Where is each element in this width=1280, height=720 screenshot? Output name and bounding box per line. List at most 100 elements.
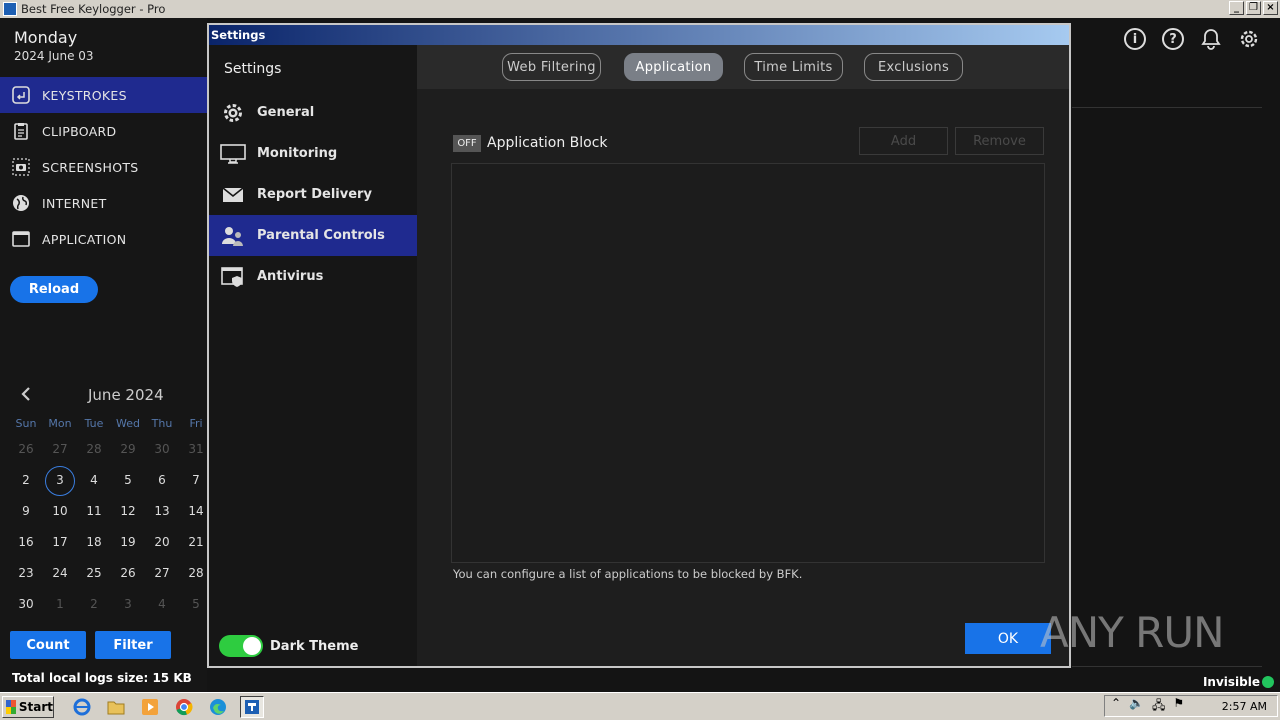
tab-application[interactable]: Application [624, 53, 723, 81]
network-icon[interactable]: 🖧 [1152, 696, 1165, 717]
sidebar-item-screenshots[interactable]: SCREENSHOTS [0, 149, 207, 185]
windows-logo-icon [6, 699, 16, 714]
calendar-day[interactable]: 4 [145, 597, 179, 611]
settings-item-label: Monitoring [257, 146, 338, 161]
sidebar-nav: KEYSTROKES CLIPBOARD SCREENSHOTS INTERNE… [0, 77, 207, 257]
weekday-label: Tue [84, 417, 104, 430]
calendar-week: 23 24 25 26 27 28 [9, 557, 213, 588]
chevron-up-icon[interactable]: ⌃ [1111, 696, 1121, 717]
count-button[interactable]: Count [10, 631, 86, 659]
calendar-day[interactable]: 27 [145, 566, 179, 580]
add-button[interactable]: Add [859, 127, 948, 155]
keylogger-taskbar-icon[interactable] [240, 695, 264, 718]
system-tray: ⌃ 🔈 🖧 ⚑ 2:57 AM [1104, 695, 1278, 717]
calendar-day[interactable]: 30 [145, 442, 179, 456]
dark-theme-setting: Dark Theme [219, 635, 358, 657]
calendar-day[interactable]: 30 [9, 597, 43, 611]
weekday-label: Mon [48, 417, 72, 430]
calendar-day[interactable]: 13 [145, 504, 179, 518]
camera-icon [12, 158, 30, 176]
calendar-day[interactable]: 27 [43, 442, 77, 456]
tab-time-limits[interactable]: Time Limits [744, 53, 843, 81]
calendar-day[interactable]: 11 [77, 504, 111, 518]
info-icon[interactable]: i [1124, 28, 1146, 50]
sidebar-item-label: SCREENSHOTS [42, 159, 139, 175]
sidebar-item-keystrokes[interactable]: KEYSTROKES [0, 77, 207, 113]
settings-item-monitoring[interactable]: Monitoring [209, 133, 417, 174]
sidebar-item-application[interactable]: APPLICATION [0, 221, 207, 257]
window-controls: _ ❐ × [1229, 1, 1278, 15]
calendar-day[interactable]: 6 [145, 473, 179, 487]
settings-tabbar: Web Filtering Application Time Limits Ex… [417, 45, 1069, 89]
sidebar-item-label: KEYSTROKES [42, 87, 127, 103]
flag-icon[interactable]: ⚑ [1173, 696, 1184, 717]
calendar-day-today[interactable]: 3 [43, 465, 77, 496]
dark-theme-toggle[interactable] [219, 635, 263, 657]
calendar-day[interactable]: 2 [9, 473, 43, 487]
chrome-icon[interactable] [172, 696, 196, 718]
calendar-day[interactable]: 1 [43, 597, 77, 611]
ie-icon[interactable] [70, 696, 94, 718]
calendar-day[interactable]: 5 [111, 473, 145, 487]
settings-item-parental-controls[interactable]: Parental Controls [209, 215, 417, 256]
status-indicator-icon [1262, 676, 1274, 688]
sidebar-item-clipboard[interactable]: CLIPBOARD [0, 113, 207, 149]
content-divider [1072, 666, 1262, 667]
app-titlebar: Best Free Keylogger - Pro _ ❐ × [0, 0, 1280, 18]
calendar-day[interactable]: 20 [145, 535, 179, 549]
close-button[interactable]: × [1263, 1, 1278, 15]
calendar-day[interactable]: 2 [77, 597, 111, 611]
edge-icon[interactable] [206, 696, 230, 718]
calendar-week: 30 1 2 3 4 5 [9, 588, 213, 619]
maximize-button[interactable]: ❐ [1246, 1, 1261, 15]
application-block-toggle[interactable]: OFF [453, 135, 481, 152]
calendar-day[interactable]: 16 [9, 535, 43, 549]
start-button[interactable]: Start [2, 695, 54, 718]
taskbar-clock[interactable]: 2:57 AM [1222, 700, 1267, 713]
settings-sidebar-title: Settings [224, 61, 282, 77]
media-player-icon[interactable] [138, 696, 162, 718]
reload-button[interactable]: Reload [10, 276, 98, 303]
settings-item-antivirus[interactable]: Antivirus [209, 256, 417, 297]
settings-sidebar: Settings General Monitoring Report Deliv… [209, 45, 417, 666]
settings-dialog-title: Settings [209, 25, 1069, 45]
calendar-day[interactable]: 26 [111, 566, 145, 580]
envelope-icon [220, 184, 246, 206]
settings-item-report-delivery[interactable]: Report Delivery [209, 174, 417, 215]
speaker-icon[interactable]: 🔈 [1129, 696, 1144, 717]
calendar-day[interactable]: 24 [43, 566, 77, 580]
calendar-day[interactable]: 25 [77, 566, 111, 580]
calendar-day[interactable]: 26 [9, 442, 43, 456]
tab-web-filtering[interactable]: Web Filtering [502, 53, 601, 81]
calendar-day[interactable]: 18 [77, 535, 111, 549]
settings-item-general[interactable]: General [209, 92, 417, 133]
calendar-day[interactable]: 12 [111, 504, 145, 518]
blocked-applications-list[interactable] [451, 163, 1045, 563]
clipboard-icon [12, 122, 30, 140]
calendar-day[interactable]: 23 [9, 566, 43, 580]
calendar-day[interactable]: 9 [9, 504, 43, 518]
remove-button[interactable]: Remove [955, 127, 1044, 155]
calendar-day[interactable]: 29 [111, 442, 145, 456]
calendar-day[interactable]: 17 [43, 535, 77, 549]
gear-icon[interactable] [1238, 28, 1260, 50]
anyrun-watermark: ANY RUN [1040, 608, 1224, 657]
folder-icon[interactable] [104, 696, 128, 718]
ok-button[interactable]: OK [965, 623, 1051, 654]
calendar-week: 9 10 11 12 13 14 [9, 495, 213, 526]
help-icon[interactable]: ? [1162, 28, 1184, 50]
calendar-day[interactable]: 28 [77, 442, 111, 456]
users-icon [220, 225, 246, 247]
weekday-label: Thu [151, 417, 173, 430]
calendar-day[interactable]: 4 [77, 473, 111, 487]
calendar-day[interactable]: 3 [111, 597, 145, 611]
calendar-prev-button[interactable] [20, 386, 32, 405]
sidebar-item-internet[interactable]: INTERNET [0, 185, 207, 221]
filter-button[interactable]: Filter [95, 631, 171, 659]
tab-exclusions[interactable]: Exclusions [864, 53, 963, 81]
bell-icon[interactable] [1200, 28, 1222, 50]
calendar-day[interactable]: 19 [111, 535, 145, 549]
minimize-button[interactable]: _ [1229, 1, 1244, 15]
calendar-day[interactable]: 10 [43, 504, 77, 518]
weekday-label: Wed [116, 417, 140, 430]
